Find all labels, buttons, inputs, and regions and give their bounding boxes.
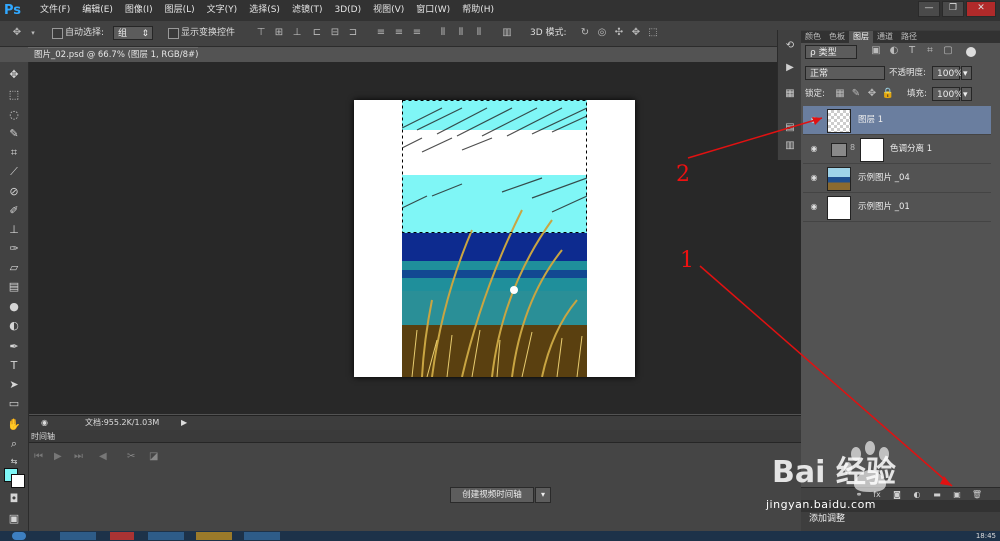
annotation-marker-2: 2 [676,162,690,187]
watermark-url: jingyan.baidu.com [766,498,877,511]
taskbar-app-icon[interactable] [110,532,134,540]
taskbar-app-icon[interactable] [60,532,96,540]
watermark-logo-text: Bai 经验 [772,455,896,490]
annotation-arrowhead-2 [812,117,822,125]
os-taskbar: 18:45 [0,531,1000,541]
taskbar-app-icon[interactable] [148,532,184,540]
start-button-icon[interactable] [12,532,26,540]
taskbar-app-icon[interactable] [196,532,232,540]
annotation-arrow-2 [687,117,823,159]
taskbar-app-icon[interactable] [244,532,280,540]
annotation-marker-1: 1 [680,248,694,273]
taskbar-clock: 18:45 [975,532,996,540]
